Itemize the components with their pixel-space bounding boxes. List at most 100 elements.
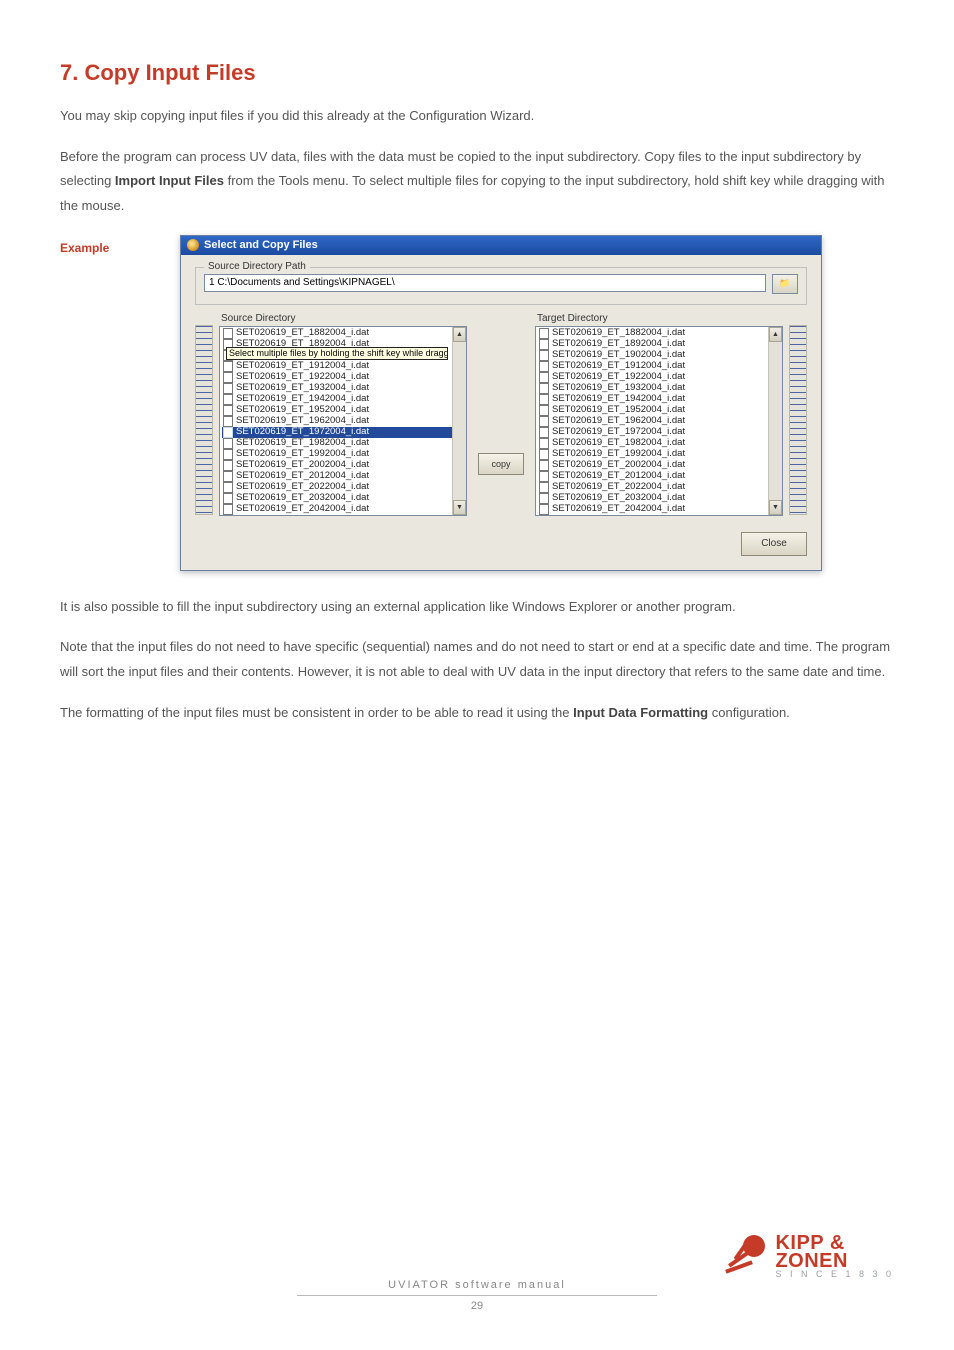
file-icon <box>539 339 549 350</box>
file-name: SET020619_ET_2022004_i.dat <box>552 482 685 492</box>
file-name: SET020619_ET_1912004_i.dat <box>552 361 685 371</box>
scroll-down-icon[interactable]: ▼ <box>769 500 782 515</box>
scroll-down-icon[interactable]: ▼ <box>453 500 466 515</box>
list-item[interactable]: SET020619_ET_1952004_i.dat <box>538 405 780 416</box>
file-icon <box>539 493 549 504</box>
list-item[interactable]: SET020619_ET_1952004_i.dat <box>222 405 464 416</box>
file-icon <box>223 383 233 394</box>
dialog-window: Select and Copy Files Source Directory P… <box>180 235 822 571</box>
list-item[interactable]: SET020619_ET_2042004_i.dat <box>538 504 780 515</box>
file-icon <box>223 328 233 339</box>
list-item[interactable]: SET020619_ET_1982004_i.dat <box>538 438 780 449</box>
file-icon <box>539 504 549 515</box>
list-item[interactable]: SET020619_ET_2002004_i.dat <box>222 460 464 471</box>
file-name: SET020619_ET_1882004_i.dat <box>236 328 369 338</box>
file-name: SET020619_ET_2042004_i.dat <box>236 504 369 514</box>
list-item[interactable]: SET020619_ET_2032004_i.dat <box>538 493 780 504</box>
file-icon <box>539 394 549 405</box>
footer-title: UVIATOR software manual <box>388 1279 566 1291</box>
list-item[interactable]: SET020619_ET_1932004_i.dat <box>222 383 464 394</box>
file-icon <box>223 372 233 383</box>
file-name: SET020619_ET_1882004_i.dat <box>552 328 685 338</box>
file-name: SET020619_ET_1952004_i.dat <box>236 405 369 415</box>
file-icon <box>539 471 549 482</box>
list-item[interactable]: SET020619_ET_2012004_i.dat <box>538 471 780 482</box>
file-name: SET020619_ET_1932004_i.dat <box>236 383 369 393</box>
list-item[interactable]: SET020619_ET_2052004_i.dat <box>538 515 780 516</box>
list-item[interactable]: SET020619_ET_1932004_i.dat <box>538 383 780 394</box>
list-item[interactable]: SET020619_ET_1992004_i.dat <box>222 449 464 460</box>
list-item[interactable]: SET020619_ET_1892004_i.dat <box>538 339 780 350</box>
source-path-group: Source Directory Path 📁 <box>195 267 807 305</box>
file-name: SET020619_ET_2012004_i.dat <box>552 471 685 481</box>
file-name: SET020619_ET_1922004_i.dat <box>236 372 369 382</box>
para5-pre: The formatting of the input files must b… <box>60 705 573 720</box>
shift-drag-tooltip: Select multiple files by holding the shi… <box>226 347 448 360</box>
source-listbox[interactable]: Select multiple files by holding the shi… <box>219 326 467 516</box>
copy-button[interactable]: copy <box>478 453 524 475</box>
list-item[interactable]: SET020619_ET_2052004_i.dat <box>222 515 464 516</box>
file-icon <box>223 515 233 516</box>
file-name: SET020619_ET_2042004_i.dat <box>552 504 685 514</box>
source-scrollbar[interactable]: ▲ ▼ <box>452 327 466 515</box>
list-item[interactable]: SET020619_ET_2022004_i.dat <box>222 482 464 493</box>
list-item[interactable]: SET020619_ET_1922004_i.dat <box>538 372 780 383</box>
list-item[interactable]: SET020619_ET_1962004_i.dat <box>222 416 464 427</box>
list-item[interactable]: SET020619_ET_2022004_i.dat <box>538 482 780 493</box>
list-item[interactable]: SET020619_ET_1992004_i.dat <box>538 449 780 460</box>
file-name: SET020619_ET_2032004_i.dat <box>236 493 369 503</box>
file-icon <box>539 449 549 460</box>
body-paragraph-5: The formatting of the input files must b… <box>60 701 894 726</box>
target-listbox[interactable]: SET020619_ET_1882004_i.datSET020619_ET_1… <box>535 326 783 516</box>
file-icon <box>223 449 233 460</box>
file-icon <box>539 372 549 383</box>
file-name: SET020619_ET_1972004_i.dat <box>552 427 685 437</box>
dialog-titlebar[interactable]: Select and Copy Files <box>181 236 821 255</box>
list-item[interactable]: SET020619_ET_1902004_i.dat <box>538 350 780 361</box>
file-name: SET020619_ET_2052004_i.dat <box>236 515 369 516</box>
file-icon <box>223 482 233 493</box>
file-icon <box>223 504 233 515</box>
list-item[interactable]: SET020619_ET_1922004_i.dat <box>222 372 464 383</box>
para2-bold: Import Input Files <box>115 173 224 188</box>
file-icon <box>539 405 549 416</box>
file-name: SET020619_ET_1912004_i.dat <box>236 361 369 371</box>
file-name: SET020619_ET_1892004_i.dat <box>552 339 685 349</box>
scroll-up-icon[interactable]: ▲ <box>453 327 466 342</box>
list-item[interactable]: SET020619_ET_1972004_i.dat <box>222 427 464 438</box>
list-item[interactable]: SET020619_ET_1972004_i.dat <box>538 427 780 438</box>
list-item[interactable]: SET020619_ET_2032004_i.dat <box>222 493 464 504</box>
page-number: 29 <box>471 1300 483 1312</box>
list-item[interactable]: SET020619_ET_1882004_i.dat <box>538 328 780 339</box>
file-name: SET020619_ET_1932004_i.dat <box>552 383 685 393</box>
list-item[interactable]: SET020619_ET_1942004_i.dat <box>538 394 780 405</box>
close-button[interactable]: Close <box>741 532 807 556</box>
list-item[interactable]: SET020619_ET_1882004_i.dat <box>222 328 464 339</box>
list-item[interactable]: SET020619_ET_1942004_i.dat <box>222 394 464 405</box>
file-name: SET020619_ET_1982004_i.dat <box>552 438 685 448</box>
intro-paragraph-2: Before the program can process UV data, … <box>60 145 894 219</box>
list-item[interactable]: SET020619_ET_2042004_i.dat <box>222 504 464 515</box>
file-icon <box>539 438 549 449</box>
file-icon <box>223 493 233 504</box>
dialog-title: Select and Copy Files <box>204 239 318 251</box>
file-name: SET020619_ET_2052004_i.dat <box>552 515 685 516</box>
browse-button[interactable]: 📁 <box>772 274 798 294</box>
list-item[interactable]: SET020619_ET_1982004_i.dat <box>222 438 464 449</box>
scroll-up-icon[interactable]: ▲ <box>769 327 782 342</box>
brand-logo: KIPP & ZONEN S I N C E 1 8 3 0 <box>725 1234 894 1278</box>
file-icon <box>223 471 233 482</box>
file-name: SET020619_ET_1962004_i.dat <box>552 416 685 426</box>
file-name: SET020619_ET_1952004_i.dat <box>552 405 685 415</box>
source-path-input[interactable] <box>204 274 766 292</box>
list-item[interactable]: SET020619_ET_2002004_i.dat <box>538 460 780 471</box>
file-name: SET020619_ET_1982004_i.dat <box>236 438 369 448</box>
list-item[interactable]: SET020619_ET_1962004_i.dat <box>538 416 780 427</box>
body-paragraph-3: It is also possible to fill the input su… <box>60 595 894 620</box>
list-item[interactable]: SET020619_ET_2012004_i.dat <box>222 471 464 482</box>
file-icon <box>223 416 233 427</box>
list-item[interactable]: SET020619_ET_1912004_i.dat <box>222 361 464 372</box>
list-item[interactable]: SET020619_ET_1912004_i.dat <box>538 361 780 372</box>
target-scrollbar[interactable]: ▲ ▼ <box>768 327 782 515</box>
logo-mark-icon <box>725 1235 767 1277</box>
